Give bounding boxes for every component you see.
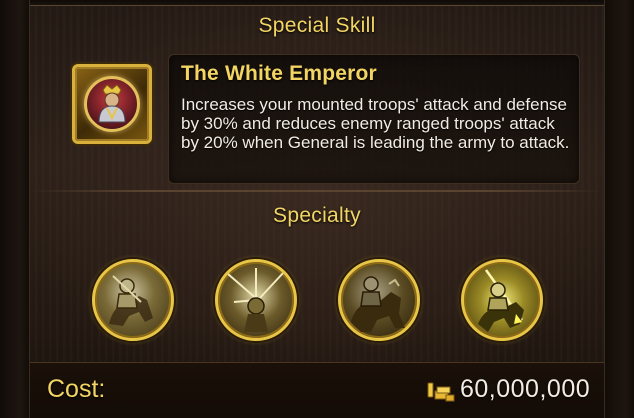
skill-icon-frame[interactable] xyxy=(72,64,152,144)
general-skill-screen: Special Skill The White Emperor Increase… xyxy=(0,0,634,418)
cavalry-charge-icon[interactable] xyxy=(338,259,420,341)
cost-value: 60,000,000 xyxy=(460,375,591,403)
skill-description: Increases your mounted troops' attack an… xyxy=(181,95,570,152)
mounted-knight-icon[interactable] xyxy=(92,259,174,341)
gold-resource-icon xyxy=(426,379,456,408)
lancer-attack-icon[interactable] xyxy=(461,259,543,341)
section-divider xyxy=(30,190,604,192)
special-skill-heading: Special Skill xyxy=(258,14,376,37)
specialty-heading: Specialty xyxy=(273,204,361,227)
emperor-portrait-icon xyxy=(84,76,140,132)
archer-volley-icon[interactable] xyxy=(215,259,297,341)
skill-name: The White Emperor xyxy=(181,62,377,85)
cost-label: Cost: xyxy=(47,375,106,403)
top-frame-strip xyxy=(30,0,604,6)
